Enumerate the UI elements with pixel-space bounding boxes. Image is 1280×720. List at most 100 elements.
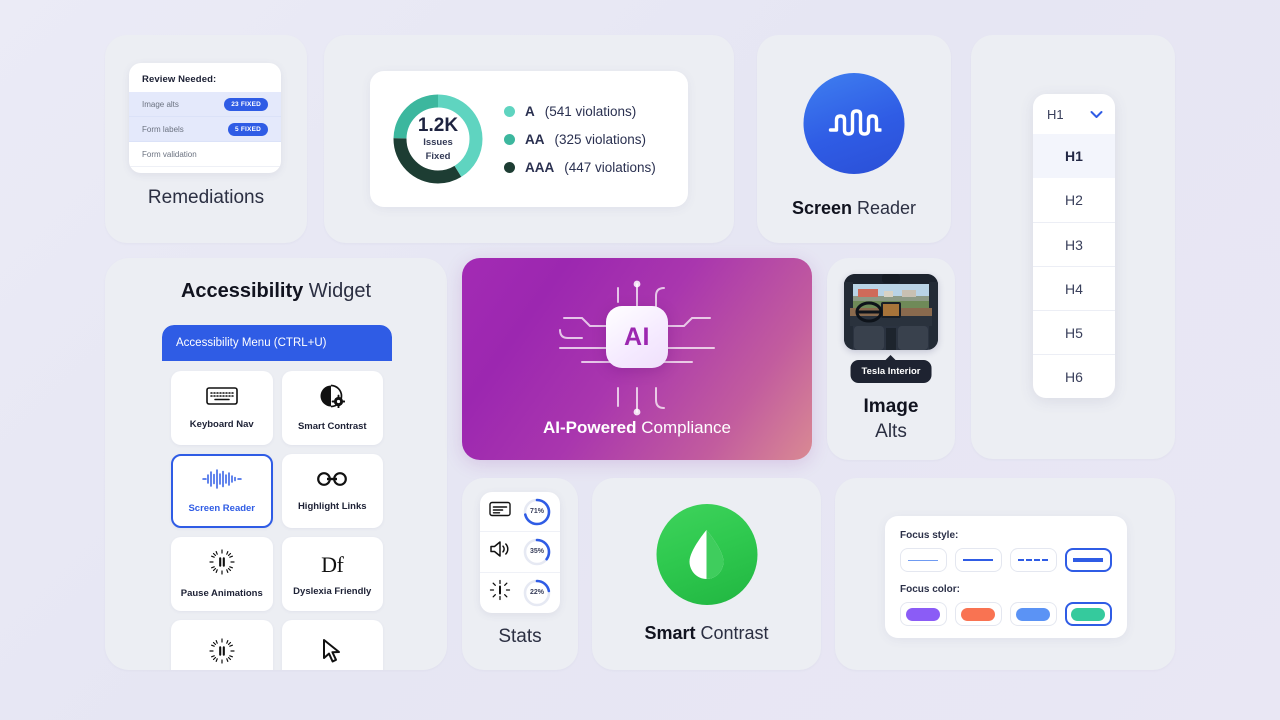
screenshot-root: Review Needed: Image alts 23 FIXED Form … (0, 0, 1280, 720)
caption-bold: AI-Powered (542, 418, 637, 437)
ai-chip-graphic: AI (552, 278, 722, 418)
volume-icon (489, 540, 511, 563)
tile-highlight-links[interactable]: Highlight Links (281, 454, 383, 528)
row-label: Image alts (142, 99, 179, 109)
dropdown-option-h6[interactable]: H6 (1033, 354, 1115, 398)
pause-burst-icon (209, 549, 235, 580)
smart-contrast-panel: Smart Contrast (592, 478, 821, 670)
table-row[interactable]: Form validation (129, 142, 281, 167)
tile-cursor[interactable] (281, 620, 383, 670)
focus-style-thick-solid[interactable] (1064, 548, 1112, 572)
focus-settings-panel: Focus style: Focus color: (835, 478, 1175, 670)
screen-reader-caption: Screen Reader (757, 198, 951, 219)
violations-card: 1.2K Issues Fixed A (541 violations) AA … (370, 71, 688, 207)
accessibility-menu-header: Accessibility Menu (CTRL+U) (162, 325, 392, 361)
dropdown-option-h1[interactable]: H1 (1033, 134, 1115, 178)
remediations-panel: Review Needed: Image alts 23 FIXED Form … (105, 35, 307, 243)
dropdown-toggle[interactable]: H1 (1033, 94, 1115, 134)
focus-color-green[interactable] (1064, 602, 1112, 626)
style-preview (908, 559, 939, 561)
row-label: Form validation (142, 149, 197, 159)
waveform-icon (202, 468, 242, 495)
progress-ring: 35% (523, 538, 551, 566)
focus-style-options (900, 548, 1112, 572)
legend-dot-icon (504, 105, 515, 117)
stats-caption: Stats (498, 626, 542, 647)
progress-ring: 71% (523, 498, 551, 526)
captions-icon (489, 501, 511, 522)
legend-dot-icon (504, 161, 515, 173)
donut-sub-line2: Fixed (425, 150, 451, 162)
color-preview (906, 607, 941, 621)
status-badge: 5 FIXED (228, 122, 268, 136)
focus-style-medium-solid[interactable] (954, 548, 1002, 572)
image-alts-panel: Tesla Interior Image Alts (827, 258, 955, 460)
cursor-icon (320, 638, 344, 669)
tile-label: Screen Reader (188, 503, 256, 514)
violations-panel: 1.2K Issues Fixed A (541 violations) AA … (324, 35, 734, 243)
legend-item: A (541 violations) (504, 104, 656, 119)
tesla-interior-thumbnail (844, 274, 938, 350)
dropdown-option-h2[interactable]: H2 (1033, 178, 1115, 222)
focus-color-options (900, 602, 1112, 626)
issues-donut-chart: 1.2K Issues Fixed (390, 91, 486, 187)
table-row[interactable]: Image alts 23 FIXED (129, 92, 281, 117)
page-title: Accessibility Widget (105, 280, 447, 303)
table-row[interactable]: Form labels 5 FIXED (129, 117, 281, 142)
progress-ring: 22% (523, 579, 551, 607)
pause-burst-icon (209, 637, 235, 669)
keyboard-icon (205, 386, 238, 411)
ai-compliance-panel: AI AI-Powered Compliance (462, 258, 812, 460)
title-bold: Accessibility (180, 280, 304, 302)
legend-text: (447 violations) (564, 159, 656, 175)
tile-pause-animations[interactable]: Pause Animations (171, 537, 273, 611)
smart-contrast-caption: Smart Contrast (592, 623, 821, 644)
focus-color-orange[interactable] (954, 602, 1002, 626)
tile-pause-animations-2[interactable] (171, 620, 273, 670)
caption-rest: Reader (857, 198, 917, 218)
stat-row-captions: 71% (480, 492, 560, 533)
stats-panel: 71% 35% 22% Stats (462, 478, 578, 670)
brightness-icon (489, 579, 511, 606)
donut-sub-line1: Issues (423, 137, 453, 149)
style-preview (1018, 559, 1049, 561)
remediation-rows: Image alts 23 FIXED Form labels 5 FIXED … (129, 92, 281, 167)
alt-text-tooltip: Tesla Interior (850, 360, 932, 383)
accessibility-menu: Accessibility Menu (CTRL+U) Keyboard Nav… (162, 325, 392, 670)
tile-screen-reader[interactable]: Screen Reader (171, 454, 273, 528)
stat-percent: 71% (529, 508, 544, 516)
status-badge: 23 FIXED (224, 97, 268, 111)
focus-color-purple[interactable] (900, 602, 947, 626)
focus-color-label: Focus color: (900, 584, 961, 595)
tile-keyboard-nav[interactable]: Keyboard Nav (171, 371, 273, 445)
headings-dropdown[interactable]: H1 H1 H2 H3 H4 H5 H6 (1033, 94, 1115, 398)
tile-label: Dyslexia Friendly (293, 585, 372, 597)
screen-reader-panel: Screen Reader (757, 35, 951, 243)
contrast-gear-icon (319, 384, 346, 413)
focus-style-thin-solid[interactable] (900, 548, 947, 572)
tile-label: Smart Contrast (297, 421, 367, 432)
style-preview (963, 559, 994, 561)
df-text-icon: Df (321, 551, 344, 577)
focus-color-blue[interactable] (1009, 602, 1057, 626)
dropdown-option-h3[interactable]: H3 (1033, 222, 1115, 266)
caption-bold: Smart (644, 623, 696, 643)
link-icon (317, 470, 348, 493)
legend-level: AAA (525, 159, 555, 175)
tile-smart-contrast[interactable]: Smart Contrast (281, 371, 383, 445)
stats-card: 71% 35% 22% (480, 492, 560, 613)
style-preview (1073, 558, 1104, 562)
dropdown-option-h4[interactable]: H4 (1033, 266, 1115, 310)
waveform-icon (803, 73, 905, 174)
violations-legend: A (541 violations) AA (325 violations) A… (504, 104, 656, 175)
tile-label: Keyboard Nav (189, 419, 254, 430)
review-needed-title: Review Needed: (142, 74, 217, 85)
chevron-down-icon (1090, 107, 1103, 122)
tile-dyslexia-friendly[interactable]: Df Dyslexia Friendly (281, 537, 383, 611)
caption-rest: Contrast (700, 623, 769, 643)
legend-level: AA (525, 131, 545, 147)
caption-bold: Screen (791, 198, 852, 218)
droplet-icon (656, 504, 757, 605)
focus-style-dashed[interactable] (1009, 548, 1057, 572)
dropdown-option-h5[interactable]: H5 (1033, 310, 1115, 354)
